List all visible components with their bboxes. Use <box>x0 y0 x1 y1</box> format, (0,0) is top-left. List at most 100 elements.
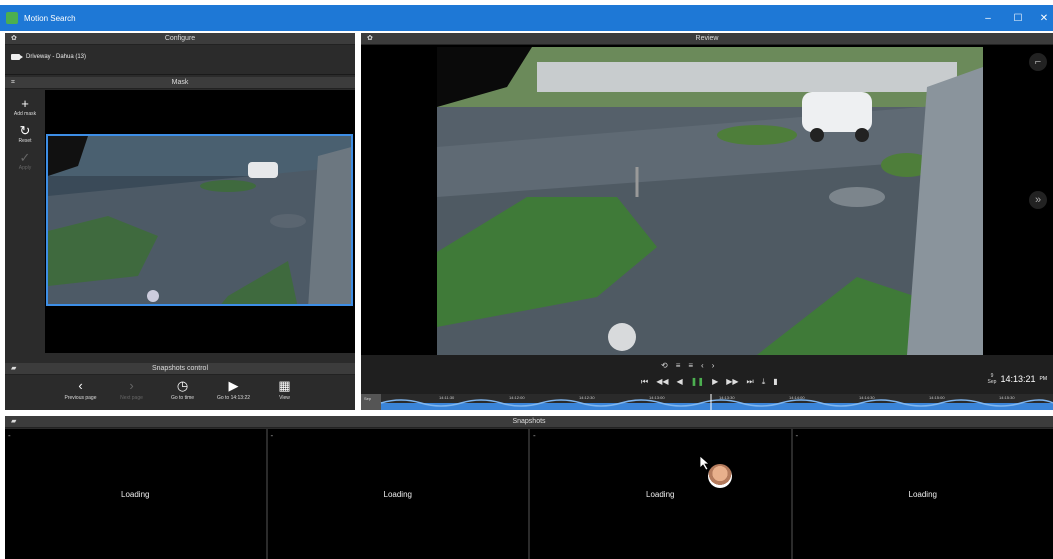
reset-label: Reset <box>18 138 32 144</box>
snapshot-tile[interactable]: - Loading <box>5 429 266 559</box>
camera-selector[interactable]: Driveway - Dahua (13) <box>11 54 86 60</box>
play-circle-icon: ▶ <box>228 378 239 393</box>
close-button[interactable]: ✕ <box>1031 5 1053 31</box>
gear-icon: ✿ <box>11 35 17 42</box>
snapshots-grid: - Loading - Loading - Loading - Loading <box>5 429 1053 559</box>
go-to-snapshot-time-button[interactable]: ▶ Go to 14:13:22 <box>208 378 259 402</box>
filter-off-icon[interactable]: ≡ <box>688 361 693 370</box>
snapshot-status: Loading <box>646 489 675 499</box>
current-time: 14:13:21 <box>1000 374 1036 384</box>
timeline-month: Sep <box>364 396 372 401</box>
maximize-button[interactable]: ☐ <box>1005 5 1031 31</box>
snapshots-control-panel: ▰ Snapshots control ‹ Previous page › Ne… <box>5 363 355 410</box>
skip-start-icon[interactable]: ⏮ <box>641 377 648 387</box>
snapshots-header: ▰ Snapshots <box>5 416 1053 428</box>
download-icon[interactable]: ⤓ <box>762 377 766 387</box>
configure-body: Driveway - Dahua (13) <box>5 45 355 75</box>
pause-icon[interactable]: ❚❚ <box>691 377 704 387</box>
chevron-double-right-icon[interactable]: » <box>1029 191 1047 209</box>
next-page-button[interactable]: › Next page <box>106 378 157 402</box>
plus-icon: + <box>21 96 29 111</box>
go-to-time-button[interactable]: ◷ Go to time <box>157 379 208 402</box>
collapse-icon[interactable]: - <box>271 431 274 440</box>
timeline-tick: 14:13:00 <box>649 395 665 400</box>
snapshot-status: Loading <box>383 489 412 499</box>
mask-toolbar: + Add mask ↻ Reset ✓ Apply <box>5 90 45 353</box>
review-title: Review <box>695 35 719 42</box>
window-title: Motion Search <box>24 13 76 23</box>
sync-icon[interactable]: ⟲ <box>661 361 668 370</box>
snapshot-status: Loading <box>121 489 150 499</box>
player-controls: ⟲ ≡ ≡ ‹ › ⏮ ◀◀ ◀ ❚❚ ▶ ▶▶ ⏭ ⤓ ▮ 9 Sep 14:1… <box>361 355 1053 397</box>
time-display[interactable]: 9 Sep 14:13:21 PM <box>988 373 1047 385</box>
timeline[interactable]: Sep 14:11:30 14:12:00 14:12:30 14:13:00 … <box>361 394 1053 410</box>
play-icon[interactable]: ▶ <box>712 377 718 387</box>
snapshot-tile[interactable]: - Loading <box>267 429 528 559</box>
apply-button[interactable]: ✓ Apply <box>5 150 45 171</box>
timeline-tick: 14:15:00 <box>929 395 945 400</box>
snapshots-control-header: ▰ Snapshots control <box>5 363 355 375</box>
add-mask-button[interactable]: + Add mask <box>5 96 45 117</box>
review-header: ✿ Review <box>361 33 1053 45</box>
view-label: View <box>279 395 290 401</box>
add-mask-label: Add mask <box>13 111 37 117</box>
date-month: Sep <box>987 379 997 385</box>
left-panel: ✿ Configure Driveway - Dahua (13) ⌗ Mask… <box>5 33 355 410</box>
rewind-icon[interactable]: ◀ <box>677 377 683 387</box>
mask-title: Mask <box>171 79 189 86</box>
configure-header: ✿ Configure <box>5 33 355 45</box>
previous-page-button[interactable]: ‹ Previous page <box>55 378 106 402</box>
review-video-area[interactable]: ⌐ » <box>361 45 1053 355</box>
apply-label: Apply <box>18 165 32 171</box>
timeline-graph <box>361 394 1053 410</box>
forward-icon[interactable]: ▶▶ <box>726 377 738 387</box>
next-page-label: Next page <box>120 395 143 401</box>
timeline-tick: 14:15:30 <box>999 395 1015 400</box>
folder-icon: ▰ <box>11 365 17 372</box>
chevron-left-icon: ‹ <box>78 378 83 393</box>
collapse-icon[interactable]: - <box>796 431 799 440</box>
timeline-tick: 14:12:00 <box>509 395 525 400</box>
timeline-tick: 14:14:00 <box>789 395 805 400</box>
reset-icon: ↻ <box>19 123 31 138</box>
collapse-icon[interactable]: - <box>8 431 11 440</box>
folder-icon: ▰ <box>11 418 17 425</box>
step-forward-icon[interactable]: › <box>712 361 715 370</box>
snapshot-tile[interactable]: - Loading <box>792 429 1053 559</box>
review-scene-image <box>437 47 983 355</box>
minimize-button[interactable]: – <box>975 5 1001 31</box>
review-panel: ✿ Review ⌐ » ⟲ ≡ ≡ ‹ › ⏮ ◀◀ ◀ ❚❚ ▶ ▶▶ ⏭ … <box>361 33 1053 410</box>
bookmark-icon[interactable]: ▮ <box>773 377 777 387</box>
chevron-right-icon: › <box>129 378 134 393</box>
view-button[interactable]: ▦ View <box>259 379 310 402</box>
timeline-tick: 14:11:30 <box>439 395 455 400</box>
previous-page-label: Previous page <box>64 395 97 401</box>
go-to-snapshot-time-label: Go to 14:13:22 <box>216 395 251 401</box>
snapshot-tile[interactable]: - Loading <box>530 429 791 559</box>
date-display: 9 Sep <box>988 373 997 385</box>
step-back-icon[interactable]: ‹ <box>701 361 704 370</box>
go-to-time-label: Go to time <box>170 395 195 401</box>
snapshots-control-title: Snapshots control <box>151 365 209 372</box>
reset-button[interactable]: ↻ Reset <box>5 123 45 144</box>
review-video-frame[interactable] <box>437 47 983 355</box>
ampm: PM <box>1039 376 1048 382</box>
timeline-tick: 14:12:30 <box>579 395 595 400</box>
presenter-avatar <box>708 464 732 488</box>
rewind-fast-icon[interactable]: ◀◀ <box>656 377 668 387</box>
timeline-tick: 14:13:30 <box>719 395 735 400</box>
snapshot-status: Loading <box>908 489 937 499</box>
filter-icon[interactable]: ≡ <box>676 361 681 370</box>
title-bar: Motion Search – ☐ ✕ <box>0 5 1053 31</box>
timeline-tick: 14:14:30 <box>859 395 875 400</box>
tag-icon[interactable]: ⌐ <box>1029 53 1047 71</box>
camera-name: Driveway - Dahua (13) <box>26 54 87 60</box>
mask-header: ⌗ Mask <box>5 77 355 89</box>
skip-end-icon[interactable]: ⏭ <box>747 377 754 387</box>
mask-canvas[interactable] <box>45 90 355 353</box>
settings-icon: ✿ <box>367 35 373 42</box>
check-icon: ✓ <box>19 150 31 165</box>
mask-camera-image[interactable] <box>46 134 353 306</box>
collapse-icon[interactable]: - <box>533 431 536 440</box>
snapshots-title: Snapshots <box>512 418 546 425</box>
